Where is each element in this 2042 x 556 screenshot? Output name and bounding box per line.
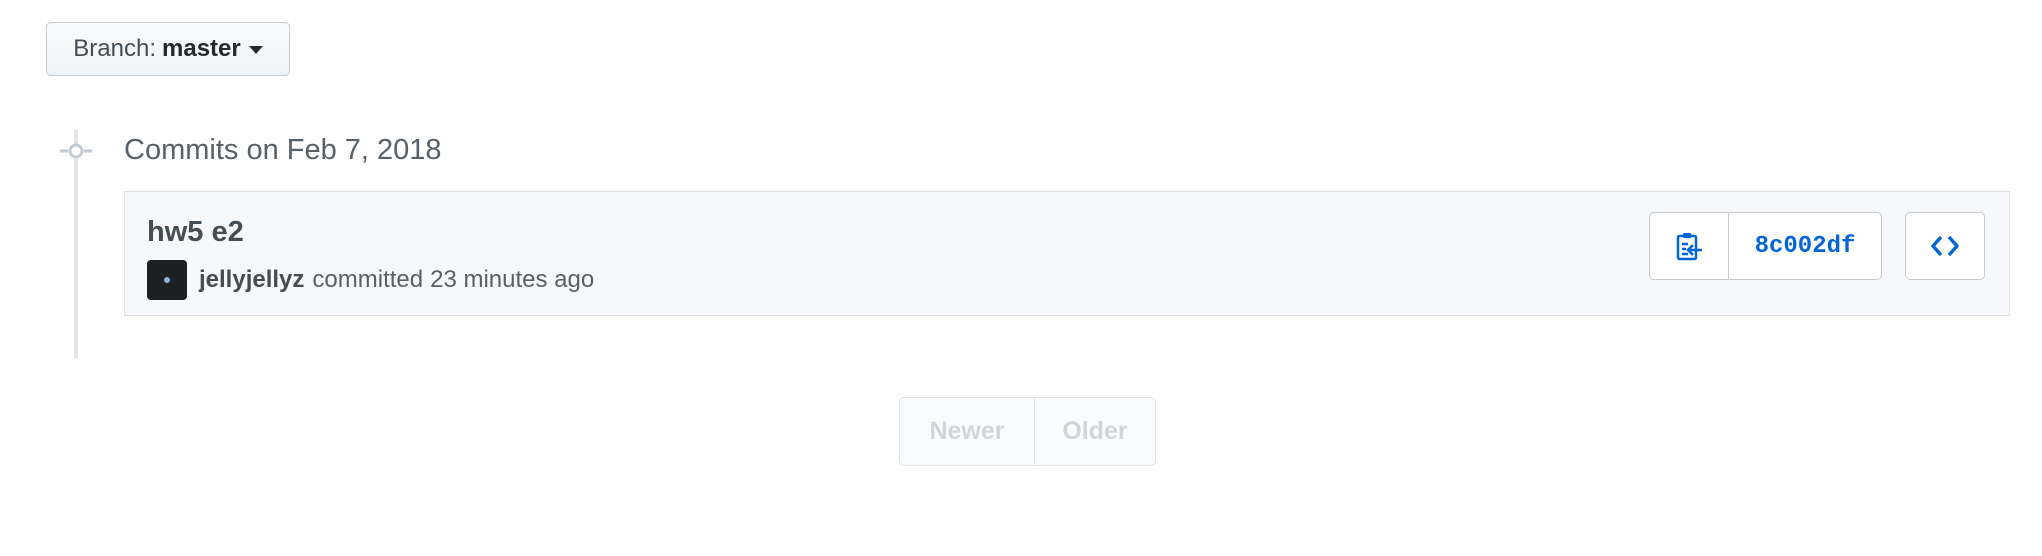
sha-button-group: 8c002df — [1649, 212, 1882, 280]
pagination: Newer Older — [899, 397, 1156, 466]
code-icon — [1931, 235, 1959, 257]
branch-prefix-label: Branch: — [73, 35, 156, 62]
commit-node-icon — [60, 143, 92, 159]
branch-name: master — [162, 35, 241, 62]
branch-select-button[interactable]: Branch: master — [46, 22, 290, 76]
author-avatar[interactable] — [147, 260, 187, 300]
timeline-line — [74, 130, 78, 358]
commit-meta: jellyjellyz committed 23 minutes ago — [147, 260, 594, 300]
commit-author-link[interactable]: jellyjellyz — [199, 266, 304, 294]
commit-sha-link[interactable]: 8c002df — [1729, 213, 1881, 279]
older-button: Older — [1062, 417, 1128, 445]
newer-button: Newer — [900, 398, 1035, 465]
clippy-icon — [1676, 233, 1702, 261]
browse-repo-button[interactable] — [1905, 212, 1985, 280]
commit-title-link[interactable]: hw5 e2 — [147, 214, 244, 250]
commit-action-text: committed — [312, 266, 424, 293]
copy-sha-button[interactable] — [1650, 213, 1729, 279]
commit-list-item: hw5 e2 jellyjellyz committed 23 minutes … — [124, 191, 2010, 316]
commits-date-heading: Commits on Feb 7, 2018 — [124, 134, 442, 166]
commit-time: 23 minutes ago — [430, 266, 595, 293]
caret-down-icon — [248, 46, 263, 54]
